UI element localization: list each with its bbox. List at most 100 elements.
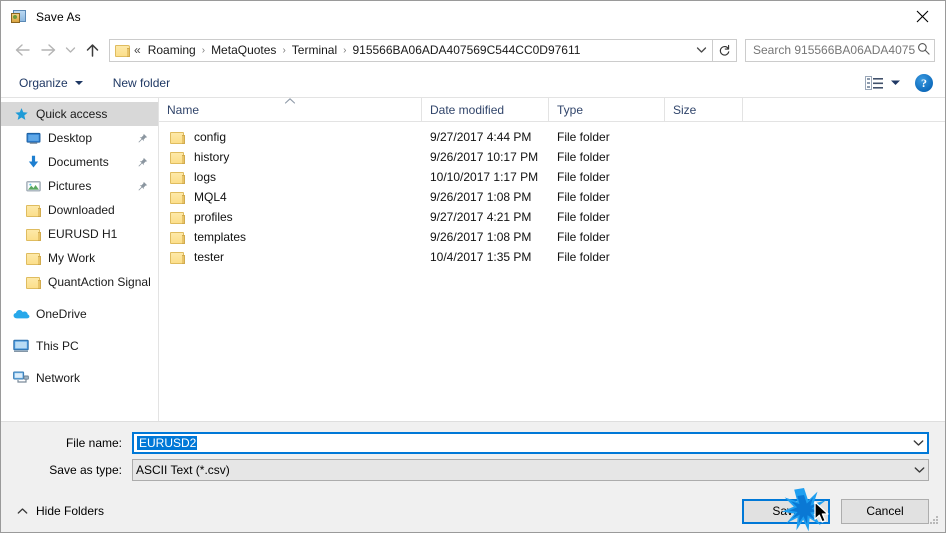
search-box[interactable] <box>745 38 935 62</box>
help-circle-icon[interactable]: ? <box>915 73 933 92</box>
folder-icon <box>167 171 187 184</box>
new-folder-button[interactable]: New folder <box>111 74 172 92</box>
organize-button[interactable]: Organize <box>17 74 85 92</box>
folder-icon <box>167 211 187 224</box>
help-label: ? <box>921 75 927 90</box>
sidebar-item-desktop[interactable]: Desktop <box>1 126 158 150</box>
resize-grip-icon[interactable] <box>927 513 941 530</box>
file-date: 9/26/2017 1:08 PM <box>430 190 532 204</box>
breadcrumb-item-metaquotes[interactable]: MetaQuotes <box>207 41 280 59</box>
file-name: tester <box>194 250 225 264</box>
sidebar-item-label: Network <box>36 371 81 385</box>
back-icon[interactable] <box>9 37 35 63</box>
file-date: 9/26/2017 10:17 PM <box>430 150 539 164</box>
sidebar-item-eurusd-h1[interactable]: EURUSD H1 <box>1 222 158 246</box>
forward-icon[interactable] <box>35 37 61 63</box>
save-as-dialog: Save As « Roaming › MetaQuotes › Termina <box>0 0 946 533</box>
sidebar-item-downloaded[interactable]: Downloaded <box>1 198 158 222</box>
file-type: File folder <box>557 170 610 184</box>
sidebar-item-quick-access[interactable]: Quick access <box>1 102 158 126</box>
table-row[interactable]: templates 9/26/2017 1:08 PM File folder <box>159 227 945 247</box>
save-as-type-chevron-down-icon[interactable] <box>911 460 928 480</box>
dialog-body: Quick access Desktop Documents Pictures … <box>1 98 945 421</box>
column-header-name[interactable]: Name <box>159 98 422 121</box>
breadcrumb-separator-icon[interactable]: › <box>200 45 207 56</box>
network-icon <box>11 371 31 385</box>
sidebar-item-label: Pictures <box>48 179 92 193</box>
sidebar-item-label: Documents <box>48 155 109 169</box>
file-date: 9/27/2017 4:44 PM <box>430 130 532 144</box>
file-name-chevron-down-icon[interactable] <box>910 434 927 452</box>
pin-icon[interactable] <box>137 133 148 147</box>
address-chevron-down-icon[interactable] <box>690 40 712 61</box>
table-row[interactable]: history 9/26/2017 10:17 PM File folder <box>159 147 945 167</box>
table-row[interactable]: tester 10/4/2017 1:35 PM File folder <box>159 247 945 267</box>
breadcrumb-overflow[interactable]: « <box>134 43 141 57</box>
sidebar-item-label: This PC <box>36 339 79 353</box>
file-name-value: EURUSD2 <box>134 436 198 450</box>
address-bar[interactable]: « Roaming › MetaQuotes › Terminal › 9155… <box>109 38 713 62</box>
title-bar: Save As <box>1 1 945 32</box>
sidebar-item-documents[interactable]: Documents <box>1 150 158 174</box>
table-row[interactable]: profiles 9/27/2017 4:21 PM File folder <box>159 207 945 227</box>
cloud-icon <box>11 308 31 320</box>
list-view-icon[interactable] <box>865 75 883 90</box>
close-icon[interactable] <box>899 1 945 32</box>
dialog-button-bar: Hide Folders Save Cancel <box>1 490 945 532</box>
column-header-label: Size <box>673 102 697 117</box>
sidebar-item-quantaction-signal[interactable]: QuantAction Signal <box>1 270 158 294</box>
sidebar-item-my-work[interactable]: My Work <box>1 246 158 270</box>
chevron-down-icon <box>74 80 83 85</box>
sidebar-item-network[interactable]: Network <box>1 366 158 390</box>
breadcrumb-separator-icon[interactable]: › <box>341 45 348 56</box>
navigation-sidebar: Quick access Desktop Documents Pictures … <box>1 98 159 421</box>
sidebar-divider <box>1 294 158 302</box>
file-type: File folder <box>557 190 610 204</box>
column-header-type[interactable]: Type <box>549 98 665 121</box>
view-chevron-down-icon[interactable] <box>890 76 901 90</box>
sidebar-item-label: QuantAction Signal <box>48 275 151 289</box>
command-toolbar: Organize New folder ? <box>1 68 945 98</box>
pin-icon[interactable] <box>137 157 148 171</box>
sidebar-item-this-pc[interactable]: This PC <box>1 334 158 358</box>
file-rows: config 9/27/2017 4:44 PM File folder his… <box>159 122 945 421</box>
folder-icon <box>115 44 130 57</box>
save-label: Save <box>772 504 800 518</box>
recent-locations-chevron-down-icon[interactable] <box>61 37 79 63</box>
column-header-label: Type <box>557 102 584 117</box>
sidebar-item-onedrive[interactable]: OneDrive <box>1 302 158 326</box>
save-as-app-icon <box>11 9 27 25</box>
file-name-cell: templates <box>159 230 422 244</box>
sidebar-item-label: My Work <box>48 251 96 265</box>
cancel-button[interactable]: Cancel <box>841 498 929 524</box>
file-name-cell: MQL4 <box>159 190 422 204</box>
hide-folders-button[interactable]: Hide Folders <box>17 504 104 518</box>
table-row[interactable]: MQL4 9/26/2017 1:08 PM File folder <box>159 187 945 207</box>
table-row[interactable]: config 9/27/2017 4:44 PM File folder <box>159 127 945 147</box>
refresh-icon[interactable] <box>713 38 737 62</box>
sidebar-item-pictures[interactable]: Pictures <box>1 174 158 198</box>
folder-icon <box>23 252 43 265</box>
file-name-row: File name: EURUSD2 <box>17 432 929 454</box>
sidebar-item-label: Downloaded <box>48 203 115 217</box>
file-name-field[interactable]: EURUSD2 <box>132 432 929 454</box>
save-button[interactable]: Save <box>742 498 830 524</box>
search-input[interactable] <box>753 43 915 57</box>
file-name: history <box>194 150 230 164</box>
breadcrumb-item-roaming[interactable]: Roaming <box>144 41 200 59</box>
computer-icon <box>11 339 31 353</box>
file-name-cell: config <box>159 130 422 144</box>
column-header-date-modified[interactable]: Date modified <box>422 98 549 121</box>
table-row[interactable]: logs 10/10/2017 1:17 PM File folder <box>159 167 945 187</box>
up-one-level-icon[interactable] <box>79 37 105 63</box>
save-as-type-field[interactable]: ASCII Text (*.csv) <box>132 459 929 481</box>
file-type: File folder <box>557 130 610 144</box>
sidebar-item-label: EURUSD H1 <box>48 227 118 241</box>
breadcrumb-item-instance-id[interactable]: 915566BA06ADA407569C544CC0D97611 <box>348 41 584 59</box>
organize-label: Organize <box>19 75 68 90</box>
breadcrumb-item-terminal[interactable]: Terminal <box>288 41 341 59</box>
column-header-size[interactable]: Size <box>665 98 743 121</box>
navigation-bar: « Roaming › MetaQuotes › Terminal › 9155… <box>1 32 945 68</box>
breadcrumb-separator-icon[interactable]: › <box>280 45 287 56</box>
pin-icon[interactable] <box>137 181 148 195</box>
